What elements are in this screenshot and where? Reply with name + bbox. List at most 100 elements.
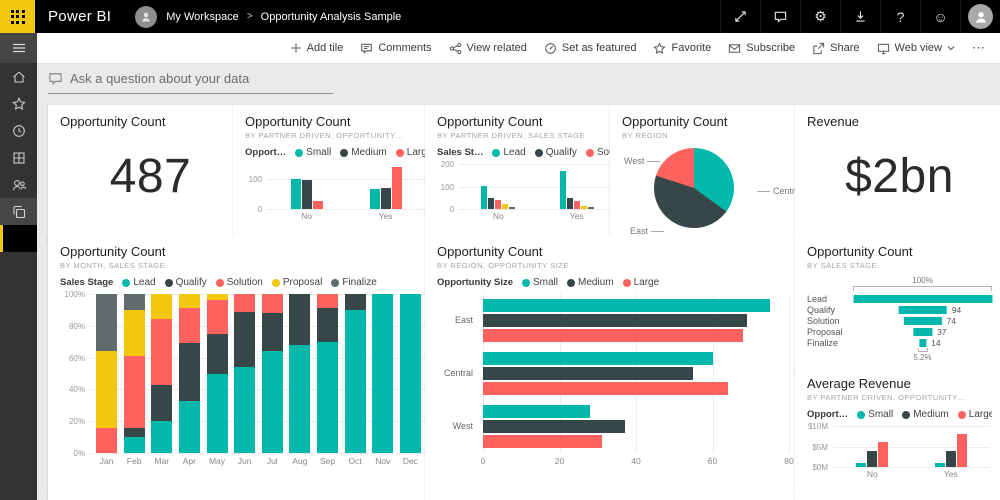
segment-solution[interactable] [151,319,172,384]
app-title[interactable]: Power BI [48,8,111,25]
segment-lead[interactable] [317,342,338,453]
stage-bar[interactable] [919,339,926,347]
legend-item-lead[interactable]: Lead [492,147,525,158]
legend-item-medium[interactable]: Medium [340,147,387,158]
legend-item-large[interactable]: Large [958,409,992,420]
legend-item-large[interactable]: Large [623,277,660,288]
set-as-featured-button[interactable]: Set as featured [544,42,637,55]
sidebar-item-workspaces[interactable] [0,198,37,225]
comments-button[interactable]: Comments [360,42,431,55]
segment-qualify[interactable] [179,343,200,400]
segment-proposal[interactable] [179,294,200,308]
bar-solution[interactable] [574,201,580,209]
segment-lead[interactable] [151,421,172,453]
bar-large[interactable] [483,329,743,342]
segment-lead[interactable] [179,401,200,453]
segment-lead[interactable] [400,294,421,453]
segment-qualify[interactable] [151,385,172,422]
bar-large[interactable] [313,201,323,209]
legend-item-small[interactable]: Small [295,147,331,158]
fullscreen-icon[interactable] [720,0,760,33]
view-related-button[interactable]: View related [449,42,527,55]
legend-item-qualify[interactable]: Qualify [165,277,207,288]
sidebar-item-current-dashboard-selected[interactable] [0,225,37,252]
bar-small[interactable] [935,463,945,467]
bar-lead[interactable] [481,186,487,209]
stage-bar[interactable] [913,328,932,336]
legend-item-small[interactable]: Small [522,277,558,288]
bar-small[interactable] [370,189,380,209]
bar-lead[interactable] [560,171,566,209]
bar-finalize[interactable] [509,207,515,209]
legend-item-qualify[interactable]: Qualify [535,147,577,158]
help-icon[interactable]: ? [880,0,920,33]
legend-item-small[interactable]: Small [857,409,893,420]
bar-small[interactable] [291,179,301,209]
tile-revenue-card[interactable]: Revenue $2bn [795,105,1000,243]
bar-medium[interactable] [302,180,312,209]
legend-item-proposal[interactable]: Proposal [272,277,322,288]
bar-solution[interactable] [495,200,501,209]
breadcrumb-page[interactable]: Opportunity Analysis Sample [261,11,402,23]
bar-proposal[interactable] [581,206,587,209]
comments-bubble-icon[interactable] [760,0,800,33]
bar-large[interactable] [483,435,602,448]
subscribe-button[interactable]: Subscribe [728,42,795,55]
segment-proposal[interactable] [124,310,145,356]
add-tile-button[interactable]: Add tile [290,42,344,54]
segment-lead[interactable] [262,351,283,453]
sidebar-item-apps[interactable] [0,144,37,171]
web-view-dropdown[interactable]: Web view [877,42,955,55]
bar-large[interactable] [483,382,728,395]
favorite-button[interactable]: Favorite [653,42,711,55]
bar-medium[interactable] [867,451,877,467]
legend-item-solution[interactable]: Solution [216,277,263,288]
tile-count-by-partner-sales-stage[interactable]: Opportunity Count BY PARTNER DRIVEN, SAL… [425,105,630,243]
settings-gear-icon[interactable]: ⚙ [800,0,840,33]
segment-finalize[interactable] [96,294,117,351]
segment-lead[interactable] [124,437,145,453]
workspace-avatar[interactable] [135,6,157,28]
sidebar-item-home[interactable] [0,63,37,90]
bar-large[interactable] [392,167,402,209]
tile-opportunity-count-card[interactable]: Opportunity Count 487 [48,105,253,243]
sidebar-item-favorites[interactable] [0,90,37,117]
download-icon[interactable] [840,0,880,33]
bar-medium[interactable] [946,451,956,467]
more-options-button[interactable]: ⋯ [972,40,986,56]
bar-qualify[interactable] [488,198,494,209]
segment-lead[interactable] [207,374,228,454]
segment-solution[interactable] [179,308,200,343]
stage-bar[interactable] [898,306,947,314]
bar-medium[interactable] [483,367,693,380]
stage-bar[interactable] [853,295,992,303]
qa-box[interactable]: Ask a question about your data [48,71,333,94]
segment-qualify[interactable] [345,294,366,310]
tile-average-revenue[interactable]: Average Revenue BY PARTNER DRIVEN, OPPOR… [795,367,1000,500]
segment-qualify[interactable] [317,308,338,341]
share-button[interactable]: Share [812,42,859,55]
breadcrumb-workspace[interactable]: My Workspace [166,11,239,23]
sidebar-item-shared-with-me[interactable] [0,171,37,198]
segment-qualify[interactable] [124,428,145,438]
account-button[interactable] [960,0,1000,33]
segment-qualify[interactable] [234,312,255,368]
pie[interactable] [654,148,734,228]
legend-item-lead[interactable]: Lead [122,277,155,288]
bar-small[interactable] [483,352,713,365]
bar-finalize[interactable] [588,207,594,209]
legend-item-finalize[interactable]: Finalize [331,277,376,288]
segment-qualify[interactable] [262,313,283,351]
segment-finalize[interactable] [124,294,145,310]
tile-partial-bottom-left[interactable] [48,490,439,500]
tile-partial-bottom-right[interactable] [795,490,1000,500]
segment-lead[interactable] [372,294,393,453]
tile-count-by-sales-stage-funnel[interactable]: Opportunity Count BY SALES STAGE 100%Lea… [795,235,1000,374]
bar-medium[interactable] [483,314,747,327]
bar-large[interactable] [878,442,888,467]
segment-proposal[interactable] [96,351,117,427]
bar-small[interactable] [856,463,866,467]
segment-qualify[interactable] [289,294,310,345]
bar-proposal[interactable] [502,204,508,209]
legend-item-large[interactable]: Large [396,147,427,158]
